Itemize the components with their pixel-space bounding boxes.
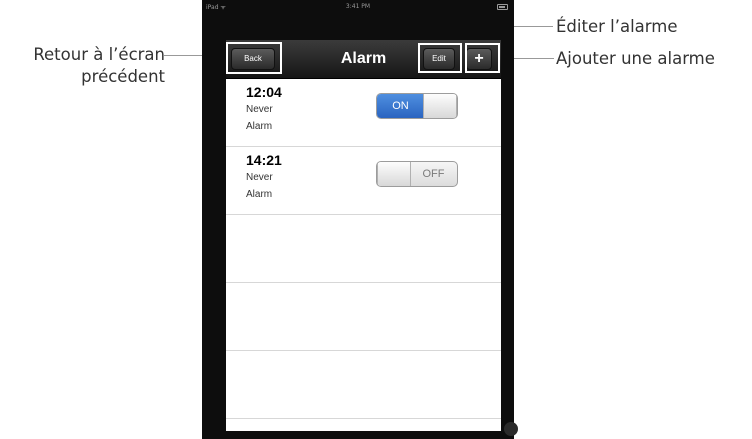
toggle-knob bbox=[423, 94, 457, 118]
edit-button-highlight bbox=[418, 43, 462, 73]
add-button-highlight bbox=[465, 43, 500, 73]
alarm-label: Alarm bbox=[246, 121, 273, 132]
alarm-toggle[interactable]: OFF bbox=[376, 161, 458, 187]
status-bar: iPad ᯤ 3:41 PM bbox=[202, 0, 514, 14]
alarm-time: 12:04 bbox=[246, 84, 282, 100]
empty-row bbox=[226, 351, 501, 419]
battery-icon bbox=[497, 4, 508, 10]
alarm-row[interactable]: 14:21 Never Alarm OFF bbox=[226, 147, 501, 215]
ipad-screen: iPad ᯤ 3:41 PM Alarm Back Edit + 12:04 N… bbox=[202, 0, 518, 439]
empty-row bbox=[226, 215, 501, 283]
alarm-time: 14:21 bbox=[246, 152, 282, 168]
alarm-repeat: Never bbox=[246, 172, 273, 183]
toggle-knob bbox=[377, 162, 411, 186]
toggle-on-label: ON bbox=[377, 94, 424, 118]
back-button-highlight bbox=[226, 42, 282, 74]
toggle-off-label: OFF bbox=[422, 168, 445, 180]
alarm-list: 12:04 Never Alarm ON 14:21 Never Alarm O… bbox=[226, 79, 501, 431]
empty-row bbox=[226, 283, 501, 351]
corner-indicator-icon bbox=[504, 422, 518, 436]
alarm-toggle[interactable]: ON bbox=[376, 93, 458, 119]
status-time: 3:41 PM bbox=[345, 3, 371, 10]
annotation-back-line1: Retour à l’écran bbox=[33, 45, 165, 64]
alarm-label: Alarm bbox=[246, 189, 273, 200]
annotation-back: Retour à l’écran précédent bbox=[4, 44, 165, 88]
annotation-edit: Éditer l’alarme bbox=[556, 17, 678, 36]
annotation-back-line2: précédent bbox=[81, 67, 165, 86]
alarm-repeat: Never bbox=[246, 104, 273, 115]
annotation-add: Ajouter une alarme bbox=[556, 49, 715, 68]
alarm-row[interactable]: 12:04 Never Alarm ON bbox=[226, 79, 501, 147]
